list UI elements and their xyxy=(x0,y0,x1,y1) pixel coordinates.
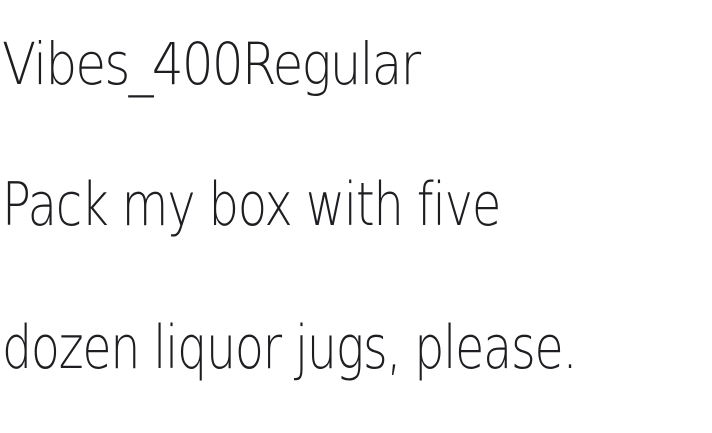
sample-text-line-1: Pack my box with five xyxy=(2,170,501,240)
font-specimen: Vibes_400Regular Pack my box with five d… xyxy=(0,0,712,433)
sample-text-line-2: dozen liquor jugs, please. xyxy=(2,313,578,383)
font-name-heading: Vibes_400Regular xyxy=(2,30,421,98)
